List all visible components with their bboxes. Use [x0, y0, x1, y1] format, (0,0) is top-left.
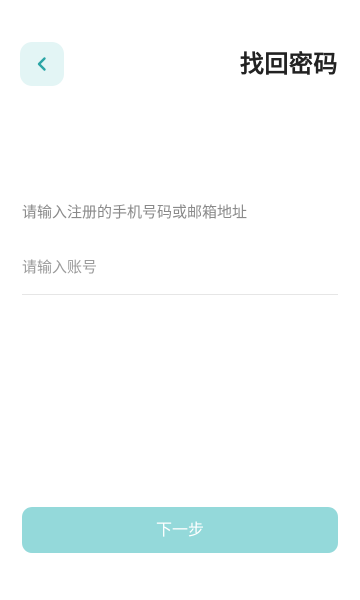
next-button[interactable]: 下一步 [22, 507, 338, 553]
account-input[interactable] [22, 248, 338, 286]
chevron-left-icon [33, 55, 51, 73]
page-title: 找回密码 [240, 50, 338, 78]
instruction-text: 请输入注册的手机号码或邮箱地址 [22, 203, 248, 221]
header: 找回密码 [0, 0, 360, 110]
back-button[interactable] [20, 42, 64, 86]
account-field [22, 248, 338, 295]
